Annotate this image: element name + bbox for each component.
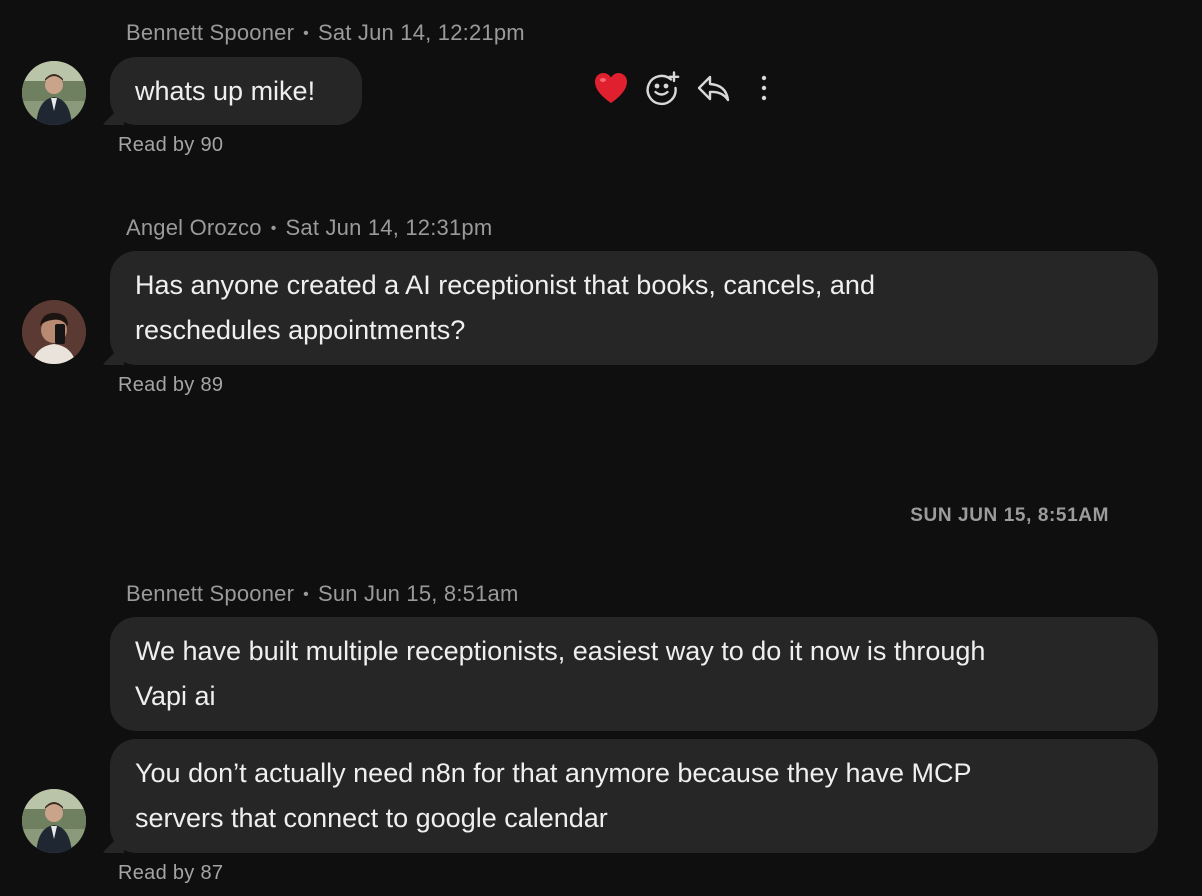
message-header: Bennett Spooner • Sun Jun 15, 8:51am bbox=[126, 581, 518, 607]
heart-icon[interactable] bbox=[592, 69, 630, 112]
message-header: Angel Orozco • Sat Jun 14, 12:31pm bbox=[126, 215, 492, 241]
avatar[interactable] bbox=[22, 61, 86, 125]
date-divider: SUN JUN 15, 8:51AM bbox=[910, 505, 1109, 526]
avatar[interactable] bbox=[22, 789, 86, 853]
separator-dot: • bbox=[303, 586, 309, 603]
message-header: Bennett Spooner • Sat Jun 14, 12:21pm bbox=[126, 20, 525, 46]
message-text: whats up mike! bbox=[135, 76, 316, 106]
message-bubble[interactable]: Has anyone created a AI receptionist tha… bbox=[110, 251, 1158, 365]
add-reaction-icon[interactable] bbox=[644, 70, 680, 111]
message-text-line: You don’t actually need n8n for that any… bbox=[135, 758, 972, 788]
message-text-line: We have built multiple receptionists, ea… bbox=[135, 636, 986, 666]
reply-icon[interactable] bbox=[696, 72, 732, 111]
author-name[interactable]: Bennett Spooner bbox=[126, 581, 294, 606]
message-bubble[interactable]: You don’t actually need n8n for that any… bbox=[110, 739, 1158, 853]
more-options-icon[interactable] bbox=[758, 74, 770, 109]
message-text-line: Has anyone created a AI receptionist tha… bbox=[135, 270, 875, 300]
message-timestamp: Sat Jun 14, 12:31pm bbox=[285, 215, 493, 240]
message-timestamp: Sun Jun 15, 8:51am bbox=[317, 581, 519, 606]
message-timestamp: Sat Jun 14, 12:21pm bbox=[317, 20, 525, 45]
read-receipt[interactable]: Read by 89 bbox=[118, 374, 223, 397]
author-name[interactable]: Angel Orozco bbox=[126, 215, 262, 240]
avatar[interactable] bbox=[22, 300, 86, 364]
message-text-line: Vapi ai bbox=[135, 681, 216, 711]
separator-dot: • bbox=[303, 25, 309, 42]
message-text-line: reschedules appointments? bbox=[135, 315, 466, 345]
read-receipt[interactable]: Read by 87 bbox=[118, 862, 223, 885]
message-hover-actions bbox=[590, 68, 780, 110]
author-name[interactable]: Bennett Spooner bbox=[126, 20, 294, 45]
message-text-line: servers that connect to google calendar bbox=[135, 803, 608, 833]
message-bubble[interactable]: We have built multiple receptionists, ea… bbox=[110, 617, 1158, 731]
separator-dot: • bbox=[270, 220, 277, 237]
read-receipt[interactable]: Read by 90 bbox=[118, 134, 223, 157]
message-bubble[interactable]: whats up mike! bbox=[110, 57, 362, 125]
chat-thread: Bennett Spooner • Sat Jun 14, 12:21pm what… bbox=[0, 0, 1202, 896]
